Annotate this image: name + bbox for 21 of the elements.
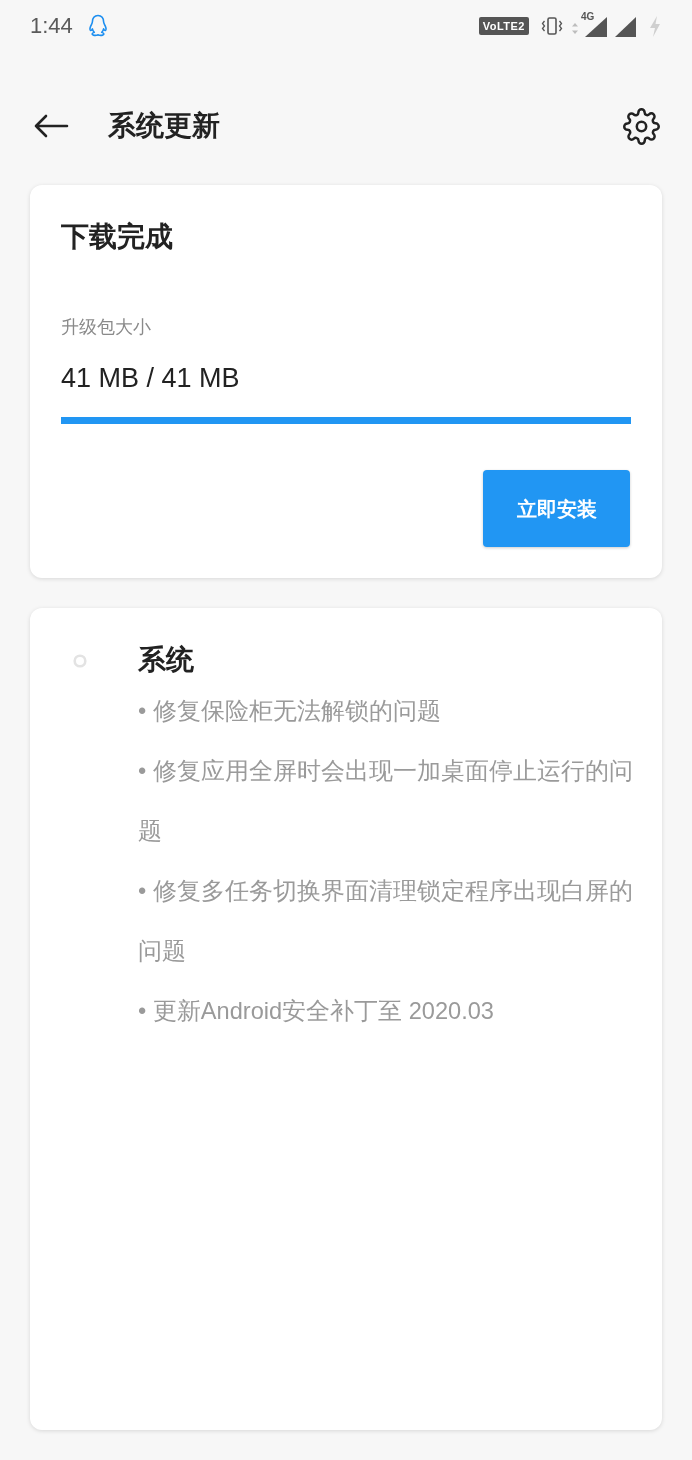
status-time: 1:44 (30, 13, 73, 39)
penguin-icon (87, 14, 108, 38)
charging-icon (648, 15, 661, 37)
size-label: 升级包大小 (61, 316, 151, 339)
settings-icon[interactable] (623, 107, 660, 145)
changelog-item: • 修复多任务切换界面清理锁定程序出现白屏的问题 (138, 877, 634, 966)
vibrate-icon (541, 16, 563, 36)
back-arrow-icon[interactable] (33, 114, 69, 138)
size-value: 41 MB / 41 MB (61, 362, 240, 395)
install-button[interactable]: 立即安装 (483, 470, 630, 547)
changelog-item: • 更新Android安全补丁至 2020.03 (138, 997, 495, 1026)
changelog-item: • 修复保险柜无法解锁的问题 (138, 697, 442, 726)
network-badge: VoLTE2 (478, 17, 529, 35)
ring-icon (73, 654, 87, 668)
network-type: 4G (581, 11, 595, 22)
download-status-title: 下载完成 (61, 220, 173, 254)
data-arrows-icon (572, 21, 578, 35)
changelog-item: • 修复应用全屏时会出现一加桌面停止运行的问题 (138, 757, 634, 846)
signal-icon (615, 17, 636, 37)
page-title: 系统更新 (108, 109, 220, 143)
section-title: 系统 (138, 643, 194, 677)
